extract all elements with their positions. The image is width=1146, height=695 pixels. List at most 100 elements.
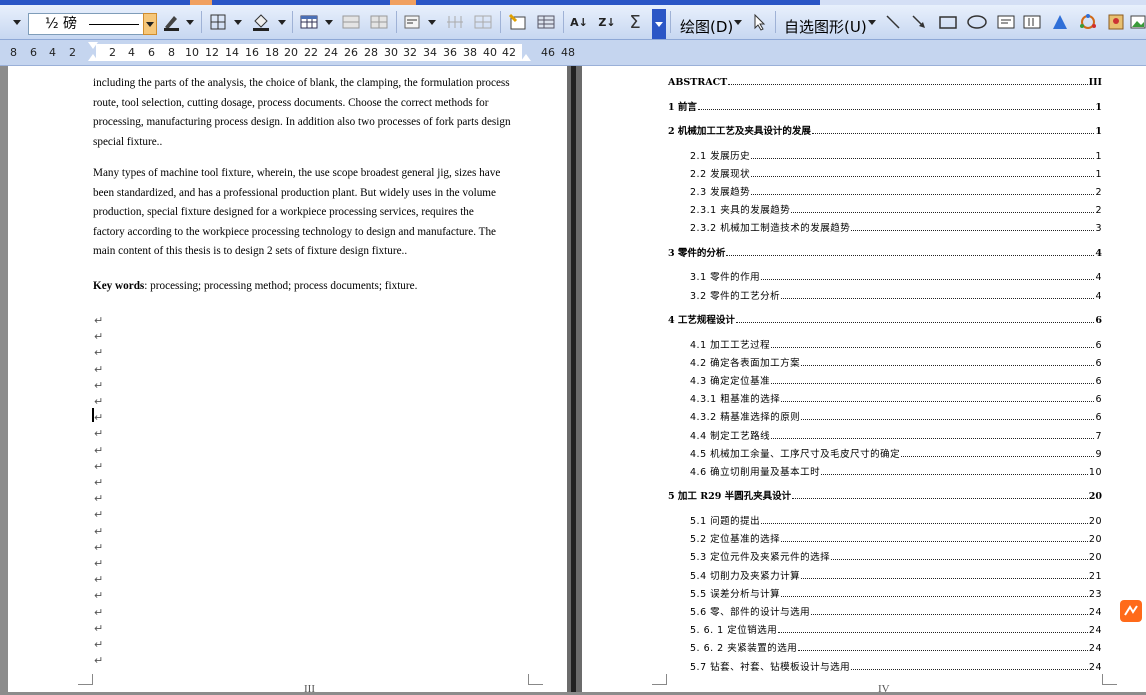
- toc-title: 5.1 问题的提出: [690, 515, 761, 527]
- ruler-tick: 8: [168, 46, 175, 59]
- toc-leader: [781, 400, 1095, 403]
- hanging-indent-marker[interactable]: [88, 54, 98, 61]
- toc-entry[interactable]: 4.1 加工工艺过程 6: [690, 337, 1102, 351]
- toc-entry[interactable]: 2.3.2 机械加工制造技术的发展趋势 3: [690, 220, 1102, 234]
- toc-leader: [791, 211, 1095, 214]
- toc-page: 3: [1095, 223, 1102, 235]
- toc-entry[interactable]: 2.3 发展趋势 2: [690, 184, 1102, 198]
- toc-entry[interactable]: 4.4 制定工艺路线 7: [690, 428, 1102, 442]
- align-dropdown[interactable]: [426, 9, 438, 35]
- line-weight-dropdown[interactable]: [143, 13, 157, 35]
- toc-entry[interactable]: 5.3 定位元件及夹紧元件的选择 20: [690, 549, 1102, 563]
- toc-entry[interactable]: 2.3.1 夹具的发展趋势 2: [690, 202, 1102, 216]
- fill-color-dropdown[interactable]: [276, 9, 288, 35]
- right-indent-marker[interactable]: [521, 54, 531, 61]
- ruler-tick: 2: [69, 46, 76, 59]
- abstract-paragraph-2: Many types of machine tool fixture, wher…: [93, 164, 527, 262]
- text-line: Many types of machine tool fixture, wher…: [93, 167, 501, 179]
- toc-entry[interactable]: 3.2 零件的工艺分析 4: [690, 288, 1102, 302]
- toc-entry[interactable]: 4.3.1 粗基准的选择 6: [690, 391, 1102, 405]
- clip-art-icon[interactable]: [1104, 9, 1128, 35]
- vertical-text-box-icon[interactable]: [1020, 9, 1044, 35]
- toc-page: 24: [1088, 661, 1102, 673]
- align-icon[interactable]: [400, 9, 424, 35]
- merge-cells-icon[interactable]: [338, 9, 364, 35]
- toc-entry[interactable]: 4.6 确立切削用量及基本工时 10: [690, 464, 1102, 478]
- insert-picture-icon[interactable]: [1130, 9, 1146, 35]
- select-objects-icon[interactable]: [748, 9, 770, 35]
- chevron-down-icon: [428, 19, 436, 25]
- highlight-dropdown[interactable]: [184, 9, 196, 35]
- draw-menu[interactable]: 绘图(D): [680, 16, 733, 37]
- autosum-icon[interactable]: Σ: [624, 9, 646, 35]
- toc-entry[interactable]: 5.5 误差分析与计算 23: [690, 586, 1102, 600]
- toc-entry[interactable]: 5.4 切削力及夹紧力计算 21: [690, 568, 1102, 582]
- toc-page: 6: [1095, 339, 1102, 351]
- toc-entry[interactable]: 3.1 零件的作用 4: [690, 269, 1102, 283]
- toc-page: 6: [1095, 412, 1102, 424]
- insert-table-icon[interactable]: [297, 9, 321, 35]
- wordart-icon[interactable]: [1048, 9, 1072, 35]
- toc-entry[interactable]: 4 工艺规程设计 6: [668, 312, 1102, 326]
- ruler-tick: 20: [284, 46, 298, 59]
- sort-descending-icon[interactable]: Z↓: [595, 9, 619, 35]
- text-line: been standardized, and has a professiona…: [93, 186, 496, 199]
- toc-title: 3 零件的分析: [668, 247, 726, 259]
- table-autoformat-icon[interactable]: [505, 9, 531, 35]
- toc-entry[interactable]: 4.3 确定定位基准 6: [690, 373, 1102, 387]
- text-box-icon[interactable]: [994, 9, 1018, 35]
- toc-entry[interactable]: 5. 6. 1 定位销选用 24: [690, 622, 1102, 636]
- toc-page: 1: [1095, 150, 1102, 162]
- line-weight-box[interactable]: ½ 磅: [28, 13, 144, 35]
- toolbar-options-button[interactable]: [652, 9, 666, 39]
- toc-entry[interactable]: 5.2 定位基准的选择 20: [690, 531, 1102, 545]
- first-line-indent-marker[interactable]: [88, 42, 98, 49]
- rectangle-tool-icon[interactable]: [936, 9, 960, 35]
- style-dropdown-button[interactable]: [10, 9, 24, 35]
- toc-title: 5. 6. 2 夹紧装置的选用: [690, 643, 798, 655]
- toc-entry[interactable]: 2 机械加工工艺及夹具设计的发展 1: [668, 123, 1102, 137]
- arrow-tool-icon[interactable]: [908, 9, 930, 35]
- toc-title: 5.3 定位元件及夹紧元件的选择: [690, 552, 831, 564]
- toc-entry[interactable]: 3 零件的分析 4: [668, 245, 1102, 259]
- toc-entry[interactable]: 2.1 发展历史 1: [690, 148, 1102, 162]
- borders-icon[interactable]: [206, 9, 230, 35]
- toc-page: 7: [1095, 430, 1102, 442]
- distribute-rows-icon[interactable]: [442, 9, 468, 35]
- autoshapes-menu[interactable]: 自选图形(U): [784, 16, 867, 37]
- ruler-tick: 14: [225, 46, 239, 59]
- toc-entry[interactable]: 4.5 机械加工余量、工序尺寸及毛皮尺寸的确定 9: [690, 446, 1102, 460]
- assistant-badge-icon[interactable]: [1120, 600, 1142, 622]
- table-grid-icon[interactable]: [533, 9, 559, 35]
- toc-entry[interactable]: ABSTRACT III: [668, 74, 1102, 88]
- toc-entry[interactable]: 5.6 零、部件的设计与选用 24: [690, 604, 1102, 618]
- document-page-right[interactable]: ABSTRACT III 1 前言 1 2 机械加工工艺及夹具设计的发展 1 2.1 发展历…: [582, 66, 1146, 695]
- toc-entry[interactable]: 5 加工 R29 半圆孔夹具设计 20: [668, 488, 1102, 502]
- toc-leader: [851, 668, 1088, 670]
- toc-entry[interactable]: 4.3.2 精基准选择的原则 6: [690, 409, 1102, 423]
- toc-entry[interactable]: 1 前言 1: [668, 99, 1102, 113]
- page-number: IV: [878, 683, 890, 695]
- toc-entry[interactable]: 5.7 钻套、衬套、钻模板设计与选用 24: [690, 659, 1102, 673]
- sort-ascending-icon[interactable]: A↓: [567, 9, 591, 35]
- toc-entry[interactable]: 5. 6. 2 夹紧装置的选用 24: [690, 640, 1102, 654]
- line-tool-icon[interactable]: [882, 9, 904, 35]
- paragraph-mark: ↵: [94, 346, 104, 360]
- highlight-pen-icon[interactable]: [160, 9, 182, 35]
- split-cells-icon[interactable]: [366, 9, 392, 35]
- ruler-tick: 32: [403, 46, 417, 59]
- diagram-icon[interactable]: [1076, 9, 1100, 35]
- draw-menu-dropdown[interactable]: [732, 9, 744, 35]
- toc-entry[interactable]: 4.2 确定各表面加工方案 6: [690, 355, 1102, 369]
- distribute-columns-icon[interactable]: [470, 9, 496, 35]
- fill-color-icon[interactable]: [248, 9, 274, 35]
- insert-table-dropdown[interactable]: [323, 9, 335, 35]
- paragraph-mark: ↵: [94, 314, 104, 327]
- autoshapes-dropdown[interactable]: [866, 9, 878, 35]
- toc-entry[interactable]: 2.2 发展现状 1: [690, 166, 1102, 180]
- oval-tool-icon[interactable]: [964, 9, 990, 35]
- toc-entry[interactable]: 5.1 问题的提出 20: [690, 513, 1102, 527]
- horizontal-ruler[interactable]: 8 6 4 2 2 4 6 8 10 12 14 16 18 20 22 24 …: [0, 40, 1146, 66]
- borders-dropdown[interactable]: [232, 9, 244, 35]
- document-page-left[interactable]: including the parts of the analysis, the…: [8, 66, 567, 695]
